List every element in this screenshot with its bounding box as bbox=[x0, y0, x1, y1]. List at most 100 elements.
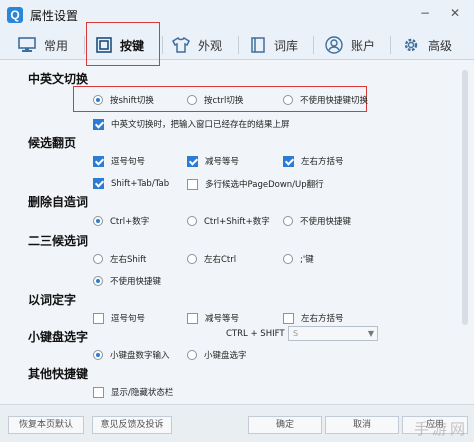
checkbox[interactable] bbox=[187, 312, 198, 324]
option-label: 左右方括号 bbox=[301, 314, 344, 324]
tab-advanced[interactable]: 高级 bbox=[402, 30, 452, 60]
section-title-delete-word: 删除自造词 bbox=[28, 195, 89, 209]
checkbox-brackets[interactable]: 左右方括号 bbox=[283, 155, 344, 167]
tab-dictionary[interactable]: 词库 bbox=[250, 30, 298, 60]
radio-left-right-ctrl[interactable]: 左右Ctrl bbox=[187, 253, 236, 265]
section-title-cn-en: 中英文切换 bbox=[28, 72, 89, 86]
option-label: 显示/隐藏状态栏 bbox=[111, 388, 174, 398]
radio-button[interactable] bbox=[187, 254, 197, 264]
restore-defaults-button[interactable]: 恢复本页默认 bbox=[8, 416, 84, 434]
option-label: ;'键 bbox=[300, 255, 314, 265]
checkbox-toggle-statusbar[interactable]: 显示/隐藏状态栏 bbox=[93, 386, 173, 398]
checkbox[interactable] bbox=[93, 312, 104, 324]
radio-button[interactable] bbox=[187, 216, 197, 226]
radio-button[interactable] bbox=[283, 216, 293, 226]
shortcut-key-select[interactable]: S ▼ bbox=[288, 326, 378, 341]
option-label: 小键盘数字输入 bbox=[110, 351, 170, 361]
radio-no-shortcut-switch[interactable]: 不使用快捷键切换 bbox=[283, 94, 368, 106]
scrollbar[interactable] bbox=[462, 70, 468, 325]
radio-ctrl-number[interactable]: Ctrl+数字 bbox=[93, 215, 149, 227]
tab-label: 外观 bbox=[198, 38, 223, 53]
radio-ctrl-shift-number[interactable]: Ctrl+Shift+数字 bbox=[187, 215, 270, 227]
option-label: 减号等号 bbox=[205, 314, 240, 324]
feedback-button[interactable]: 意见反馈及投诉 bbox=[92, 416, 172, 434]
checkbox-commit-on-switch[interactable]: 中英文切换时，把输入窗口已经存在的结果上屏 bbox=[93, 118, 290, 130]
option-label: 不使用快捷键 bbox=[110, 277, 162, 287]
checkbox-word-brackets[interactable]: 左右方括号 bbox=[283, 312, 344, 324]
radio-button[interactable] bbox=[93, 95, 103, 105]
option-label: 逗号句号 bbox=[111, 314, 146, 324]
radio-left-right-shift[interactable]: 左右Shift bbox=[93, 253, 146, 265]
section-title-other: 其他快捷键 bbox=[28, 367, 89, 381]
tab-label: 账户 bbox=[351, 38, 376, 53]
cancel-button[interactable]: 取消 bbox=[325, 416, 399, 434]
radio-button[interactable] bbox=[93, 216, 103, 226]
title-bar: Q 属性设置 − ✕ bbox=[0, 0, 474, 30]
checkbox[interactable] bbox=[283, 155, 294, 167]
option-label: 左右Ctrl bbox=[204, 255, 237, 265]
radio-button[interactable] bbox=[93, 254, 103, 264]
radio-button[interactable] bbox=[187, 350, 197, 360]
checkbox-word-comma-period[interactable]: 逗号句号 bbox=[93, 312, 145, 324]
option-label: Ctrl+数字 bbox=[110, 217, 150, 227]
option-label: 左右Shift bbox=[110, 255, 147, 265]
minimize-button[interactable]: − bbox=[418, 6, 432, 20]
settings-panel: 中英文切换 按shift切换 按ctrl切换 不使用快捷键切换 中英文切换时，把… bbox=[0, 60, 474, 404]
radio-numpad-select[interactable]: 小键盘选字 bbox=[187, 349, 247, 361]
radio-no-shortcut-candidate[interactable]: 不使用快捷键 bbox=[93, 275, 161, 287]
option-label: Shift+Tab/Tab bbox=[111, 178, 170, 189]
radio-button[interactable] bbox=[283, 95, 293, 105]
checkbox-minus-equal[interactable]: 减号等号 bbox=[187, 155, 239, 167]
tab-appearance[interactable]: 外观 bbox=[172, 30, 222, 60]
checkbox[interactable] bbox=[283, 312, 294, 324]
radio-button[interactable] bbox=[283, 254, 293, 264]
shortcut-label: CTRL + SHIFT + bbox=[226, 329, 295, 339]
checkbox-pagedown-up[interactable]: 多行候选中PageDown/Up翻行 bbox=[187, 178, 324, 190]
footer-bar: 恢复本页默认 意见反馈及投诉 确定 取消 应用 手游网 bbox=[0, 404, 474, 442]
radio-semicolon-quote[interactable]: ;'键 bbox=[283, 253, 314, 265]
radio-no-shortcut-delete[interactable]: 不使用快捷键 bbox=[283, 215, 351, 227]
chevron-down-icon: ▼ bbox=[367, 329, 374, 338]
checkbox[interactable] bbox=[93, 178, 104, 189]
option-label: Ctrl+Shift+数字 bbox=[204, 217, 270, 227]
close-button[interactable]: ✕ bbox=[448, 6, 462, 20]
section-title-numpad: 小键盘选字 bbox=[28, 330, 89, 344]
option-label: 按ctrl切换 bbox=[204, 96, 244, 106]
radio-button[interactable] bbox=[187, 95, 197, 105]
section-title-second-third: 二三候选词 bbox=[28, 234, 89, 248]
user-icon bbox=[325, 36, 343, 54]
option-label: 不使用快捷键切换 bbox=[300, 96, 369, 106]
radio-button[interactable] bbox=[93, 350, 103, 360]
checkbox-word-minus-equal[interactable]: 减号等号 bbox=[187, 312, 239, 324]
gear-icon bbox=[404, 38, 418, 52]
radio-shift-switch[interactable]: 按shift切换 bbox=[93, 94, 154, 106]
option-label: 左右方括号 bbox=[301, 157, 344, 167]
checkbox-comma-period[interactable]: 逗号句号 bbox=[93, 155, 145, 167]
checkbox[interactable] bbox=[187, 155, 198, 167]
radio-numpad-input[interactable]: 小键盘数字输入 bbox=[93, 349, 170, 361]
checkbox[interactable] bbox=[93, 386, 104, 398]
checkbox[interactable] bbox=[187, 178, 198, 190]
tab-divider bbox=[238, 36, 239, 54]
option-label: 按shift切换 bbox=[110, 96, 154, 106]
monitor-icon bbox=[18, 37, 36, 52]
tab-common[interactable]: 常用 bbox=[18, 30, 68, 60]
tab-label: 高级 bbox=[428, 38, 453, 53]
checkbox-shift-tab[interactable]: Shift+Tab/Tab bbox=[93, 178, 169, 189]
checkbox[interactable] bbox=[93, 118, 104, 130]
app-logo: Q bbox=[7, 7, 23, 23]
shortcut-key-value: S bbox=[293, 329, 299, 338]
radio-button[interactable] bbox=[93, 276, 103, 286]
option-label: 不使用快捷键 bbox=[300, 217, 352, 227]
radio-ctrl-switch[interactable]: 按ctrl切换 bbox=[187, 94, 243, 106]
tab-account[interactable]: 账户 bbox=[325, 30, 375, 60]
checkbox[interactable] bbox=[93, 155, 104, 167]
option-label: 小键盘选字 bbox=[204, 351, 247, 361]
option-label: 逗号句号 bbox=[111, 157, 146, 167]
section-title-word-select: 以词定字 bbox=[28, 293, 77, 307]
shirt-icon bbox=[172, 37, 190, 53]
ok-button[interactable]: 确定 bbox=[248, 416, 322, 434]
tab-divider bbox=[162, 36, 163, 54]
section-title-candidate-page: 候选翻页 bbox=[28, 136, 77, 150]
option-label: 减号等号 bbox=[205, 157, 240, 167]
